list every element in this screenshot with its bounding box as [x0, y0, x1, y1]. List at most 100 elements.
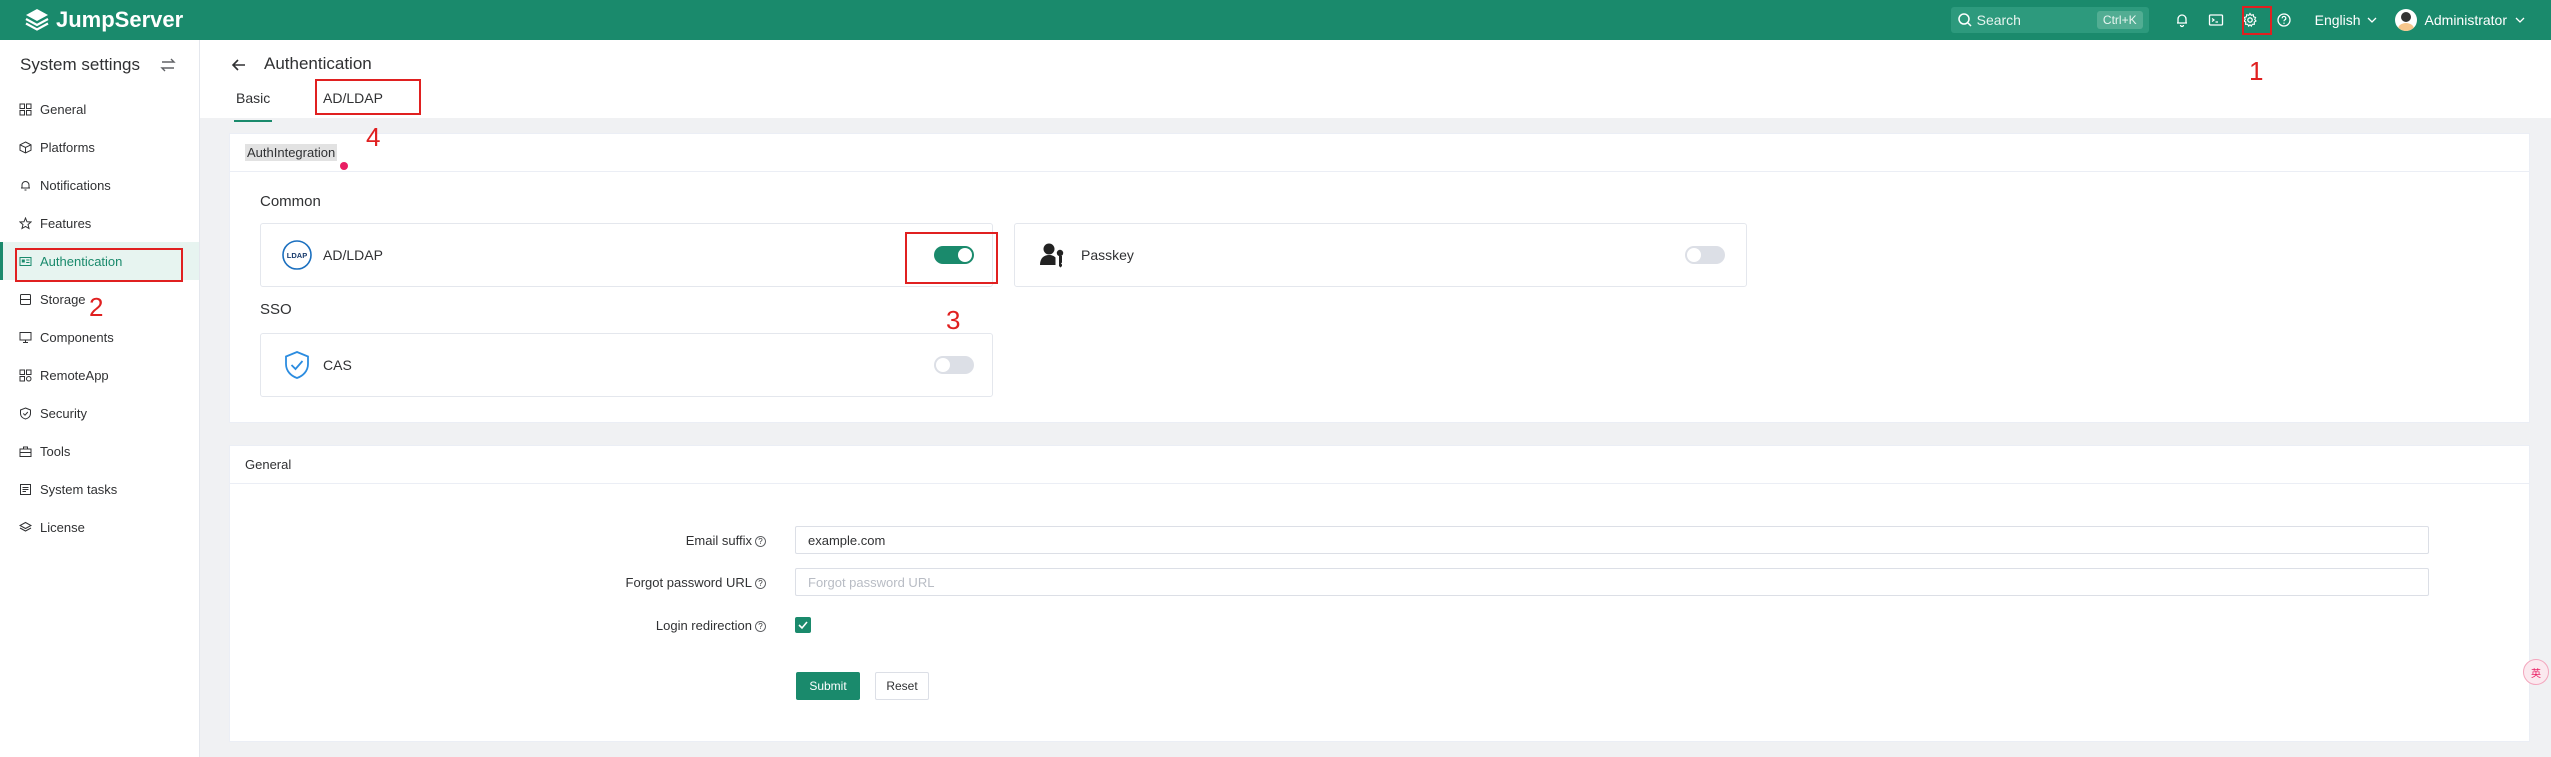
ldap-logo-text: LDAP	[287, 251, 307, 260]
floating-button-label: 英	[2531, 668, 2541, 680]
user-name: Administrator	[2424, 12, 2507, 28]
forgot-password-url-label-text: Forgot password URL	[625, 575, 752, 590]
swap-icon[interactable]	[159, 56, 177, 74]
language-label: English	[2314, 12, 2361, 28]
sidebar-item-label: License	[40, 519, 85, 535]
email-suffix-input[interactable]	[795, 526, 2429, 554]
page-title: Authentication	[264, 54, 372, 73]
email-suffix-label: Email suffix?	[526, 533, 766, 548]
help-icon	[2276, 13, 2291, 27]
avatar	[2394, 9, 2417, 31]
jumpserver-logo-icon	[25, 9, 49, 31]
sidebar-item-security[interactable]: Security	[0, 394, 199, 432]
sidebar-item-features[interactable]: Features	[0, 204, 199, 242]
help-icon[interactable]: ?	[755, 536, 766, 547]
shield-icon	[20, 406, 31, 420]
auth-integration-title: AuthIntegration	[245, 144, 338, 161]
help-icon[interactable]: ?	[755, 621, 766, 632]
annotation-box-ad-ldap-tab	[315, 79, 421, 115]
sidebar-title: System settings	[20, 55, 140, 74]
floating-translate-button[interactable]: 英	[2523, 659, 2549, 685]
task-icon	[20, 483, 31, 495]
login-redirection-label: Login redirection?	[526, 618, 766, 633]
sidebar-item-label: Notifications	[40, 177, 111, 193]
app-logo[interactable]: JumpServer	[24, 7, 183, 33]
annotation-box-authentication	[15, 248, 183, 282]
passkey-toggle[interactable]	[1685, 246, 1725, 264]
annotation-step-2: 2	[89, 292, 104, 322]
annotation-step-4: 4	[366, 122, 381, 152]
monitor-icon	[19, 331, 32, 343]
login-redirection-checkbox[interactable]	[795, 617, 811, 633]
annotation-step-3: 3	[946, 305, 961, 335]
help-icon[interactable]: ?	[755, 578, 766, 589]
sidebar-item-label: General	[40, 101, 87, 117]
annotation-box-ad-ldap-toggle	[905, 232, 998, 284]
search-placeholder: Search	[1976, 12, 2021, 28]
database-icon	[20, 293, 31, 305]
bell-icon	[2176, 14, 2187, 28]
layers-icon	[19, 521, 32, 532]
annotation-box-settings	[2242, 6, 2272, 35]
sidebar-item-tools[interactable]: Tools	[0, 432, 199, 470]
integration-ad-ldap: LDAP AD/LDAP	[260, 223, 993, 287]
sidebar-item-label: Tools	[40, 443, 71, 459]
sso-section-label: SSO	[260, 301, 292, 318]
integration-name: Passkey	[1081, 247, 1134, 263]
sidebar: System settings General Platforms Notifi…	[0, 40, 200, 757]
grid-icon	[19, 103, 32, 115]
sidebar-item-label: Platforms	[40, 139, 95, 155]
app-name: JumpServer	[56, 7, 184, 32]
bell-icon	[21, 180, 30, 190]
sidebar-header: System settings	[0, 40, 199, 90]
search-shortcut-badge: Ctrl+K	[2096, 11, 2143, 29]
submit-button[interactable]: Submit	[796, 672, 860, 700]
card-header: AuthIntegration	[230, 134, 2529, 172]
annotation-step-1: 1	[2249, 56, 2264, 86]
ldap-logo-icon: LDAP	[282, 240, 312, 270]
sidebar-item-label: RemoteApp	[40, 367, 109, 383]
shield-check-icon	[285, 351, 309, 379]
sidebar-item-components[interactable]: Components	[0, 318, 199, 356]
integration-name: AD/LDAP	[323, 247, 383, 263]
sidebar-item-remoteapp[interactable]: RemoteApp	[0, 356, 199, 394]
notifications-button[interactable]	[2165, 0, 2199, 40]
sidebar-item-label: System tasks	[40, 481, 118, 497]
language-selector[interactable]: English	[2315, 12, 2377, 28]
user-menu[interactable]: Administrator	[2394, 9, 2525, 31]
tab-basic[interactable]: Basic	[233, 90, 273, 122]
sidebar-item-general[interactable]: General	[0, 90, 199, 128]
card-header: General	[230, 446, 2529, 484]
apps-icon	[19, 369, 32, 381]
chevron-down-icon	[2367, 17, 2376, 23]
common-section-label: Common	[260, 193, 321, 210]
search-box[interactable]: Search Ctrl+K	[1950, 7, 2149, 33]
integration-name: CAS	[323, 357, 352, 373]
chevron-down-icon	[2515, 17, 2525, 23]
sidebar-item-label: Features	[40, 215, 92, 231]
sidebar-item-platforms[interactable]: Platforms	[0, 128, 199, 166]
integration-cas: CAS	[260, 333, 993, 397]
integration-passkey: Passkey	[1014, 223, 1747, 287]
login-redirection-label-text: Login redirection	[655, 618, 752, 633]
page-header: Authentication Basic AD/LDAP	[200, 40, 2551, 122]
sidebar-item-license[interactable]: License	[0, 508, 199, 546]
sidebar-item-notifications[interactable]: Notifications	[0, 166, 199, 204]
check-icon	[798, 621, 808, 630]
forgot-password-url-input[interactable]	[795, 568, 2429, 596]
sidebar-item-system-tasks[interactable]: System tasks	[0, 470, 199, 508]
reset-button[interactable]: Reset	[875, 672, 929, 700]
email-suffix-label-text: Email suffix	[685, 533, 752, 548]
sidebar-item-label: Security	[40, 405, 87, 421]
terminal-icon	[2208, 14, 2223, 26]
toolbox-icon	[19, 446, 32, 457]
sidebar-item-label: Storage	[40, 291, 86, 307]
terminal-button[interactable]	[2199, 0, 2233, 40]
forgot-password-url-label: Forgot password URL?	[526, 575, 766, 590]
back-arrow-icon[interactable]	[230, 56, 248, 74]
sidebar-item-label: Components	[40, 329, 114, 345]
general-card-title: General	[245, 457, 292, 472]
cas-toggle[interactable]	[934, 356, 974, 374]
star-icon	[19, 216, 32, 230]
search-icon	[1957, 13, 1972, 27]
